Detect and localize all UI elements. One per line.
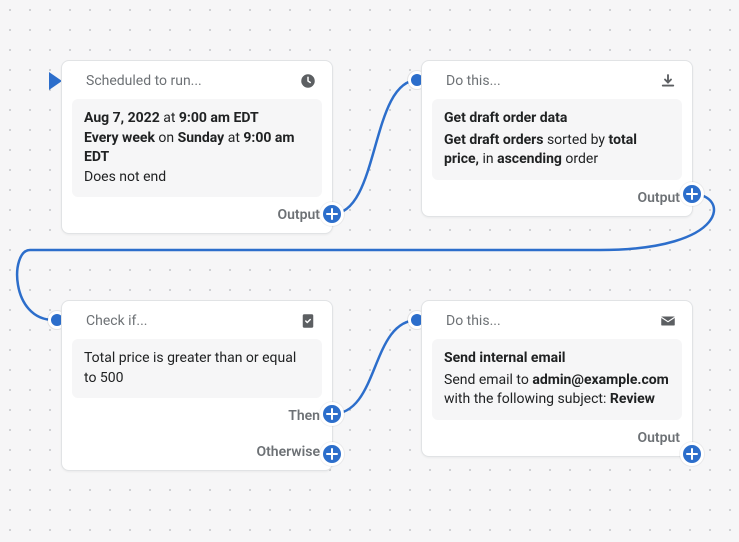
node-action2-title: Do this... [446,313,501,329]
node-action1-title: Do this... [446,73,501,89]
workflow-canvas[interactable]: Scheduled to run... Aug 7, 2022 at 9:00 … [0,0,739,542]
node-action1[interactable]: Do this... Get draft order data Get draf… [421,60,693,217]
node-schedule-body: Aug 7, 2022 at 9:00 am EDT Every week on… [72,99,322,197]
node-action2-body: Send internal email Send email to admin@… [432,339,682,420]
node-condition-body: Total price is greater than or equal to … [72,339,322,398]
checklist-icon [298,311,318,331]
node-schedule[interactable]: Scheduled to run... Aug 7, 2022 at 9:00 … [61,60,333,234]
add-step-button[interactable] [320,202,344,226]
add-step-button[interactable] [680,442,704,466]
node-action2-output-label: Output [637,430,680,446]
clock-icon [298,71,318,91]
node-action2[interactable]: Do this... Send internal email Send emai… [421,300,693,457]
node-schedule-output-label: Output [277,207,320,223]
add-step-otherwise-button[interactable] [320,442,344,466]
email-icon [658,311,678,331]
node-action1-output-label: Output [637,190,680,206]
node-condition-then-label: Then [288,408,320,424]
download-icon [658,71,678,91]
node-action1-body: Get draft order data Get draft orders so… [432,99,682,180]
node-condition-title: Check if... [86,313,148,329]
node-condition-otherwise-label: Otherwise [256,444,320,460]
add-step-button[interactable] [680,182,704,206]
add-step-then-button[interactable] [320,402,344,426]
node-condition[interactable]: Check if... Total price is greater than … [61,300,333,471]
node-schedule-title: Scheduled to run... [86,73,202,89]
